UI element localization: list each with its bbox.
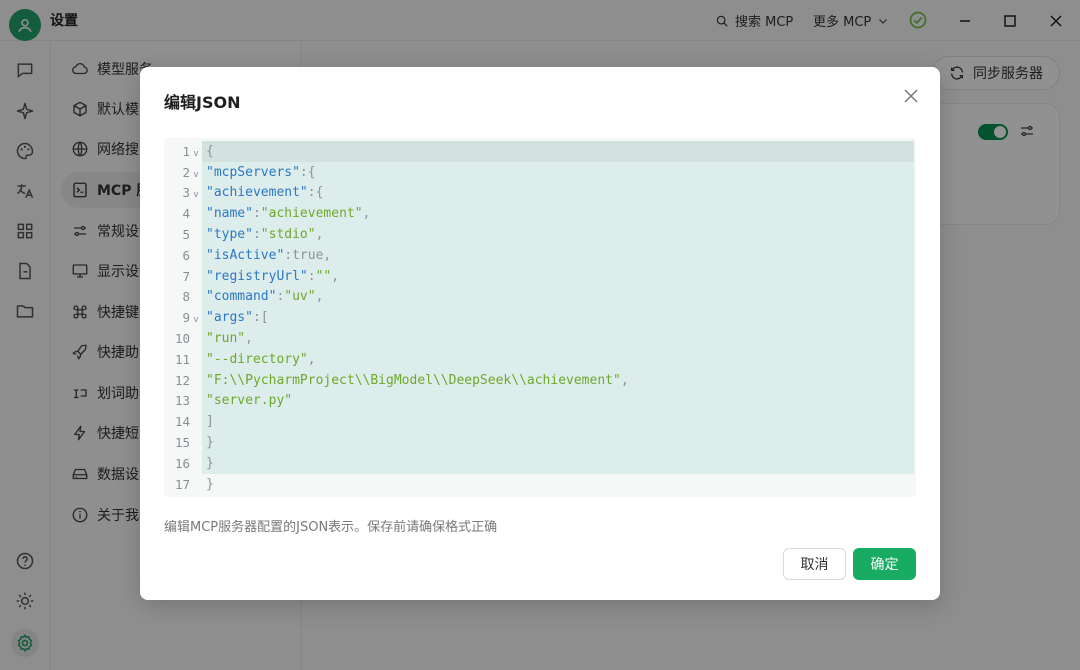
code-line[interactable]: 9v "args": [: [164, 307, 916, 329]
line-number: 6: [182, 247, 190, 263]
line-gutter: 7: [164, 266, 202, 287]
line-gutter: 2v: [164, 162, 202, 183]
code-line[interactable]: 7 "registryUrl": "",: [164, 265, 916, 287]
code-line-text: "run",: [202, 328, 914, 349]
code-line-text: "mcpServers": {: [202, 161, 914, 183]
json-code-editor[interactable]: 1 v{2 v "mcpServers": {3 v "achievement": {…: [164, 138, 916, 497]
fold-chevron-icon: [190, 419, 202, 424]
code-line-text: "registryUrl": "",: [202, 265, 914, 287]
code-line-text: "server.py": [202, 390, 914, 412]
line-number: 15: [174, 435, 190, 451]
line-gutter: 4: [164, 203, 202, 224]
line-number: 5: [182, 227, 190, 243]
code-line[interactable]: 13 "server.py": [164, 390, 916, 412]
line-gutter: 13: [164, 391, 202, 412]
line-gutter: 6: [164, 245, 202, 266]
line-number: 11: [174, 351, 190, 367]
line-number: 4: [182, 206, 190, 222]
line-gutter: 12: [164, 370, 202, 391]
code-line[interactable]: 5 "type": "stdio",: [164, 224, 916, 245]
line-number: 2: [182, 164, 190, 180]
line-gutter: 8: [164, 287, 202, 308]
code-line-text: }: [202, 453, 914, 474]
code-line-text: "F:\\PycharmProject\\BigModel\\DeepSeek\…: [202, 369, 914, 391]
fold-chevron-icon: [190, 294, 202, 299]
code-line[interactable]: 16 }: [164, 453, 916, 474]
line-number: 7: [182, 268, 190, 284]
code-line-text: ]: [202, 411, 914, 433]
cancel-button[interactable]: 取消: [783, 548, 846, 580]
fold-chevron-icon[interactable]: v: [190, 310, 202, 325]
code-line[interactable]: 14 ]: [164, 411, 916, 433]
code-line[interactable]: 6 "isActive": true,: [164, 245, 916, 266]
line-number: 3: [182, 185, 190, 201]
fold-chevron-icon: [190, 440, 202, 445]
line-gutter: 14: [164, 411, 202, 432]
line-number: 13: [174, 393, 190, 409]
fold-chevron-icon: [190, 336, 202, 341]
line-gutter: 3v: [164, 183, 202, 204]
fold-chevron-icon: [190, 357, 202, 362]
fold-chevron-icon: [190, 211, 202, 216]
code-line-text: {: [202, 141, 914, 162]
dialog-title: 编辑JSON: [164, 93, 241, 112]
dialog-close-button[interactable]: [902, 87, 920, 105]
code-line-text: }: [206, 476, 214, 492]
code-line-text: "command": "uv",: [202, 286, 914, 308]
line-gutter: 15: [164, 432, 202, 453]
code-line-text: "type": "stdio",: [202, 224, 914, 245]
line-gutter: 11: [164, 349, 202, 370]
line-gutter: 17: [164, 474, 202, 495]
line-gutter: 16: [164, 453, 202, 474]
code-line[interactable]: 4 "name": "achievement",: [164, 203, 916, 225]
code-line[interactable]: 17}: [164, 474, 916, 495]
line-number: 14: [174, 414, 190, 430]
confirm-button[interactable]: 确定: [853, 548, 916, 580]
code-line-text: "isActive": true,: [202, 245, 914, 266]
line-number: 8: [182, 289, 190, 305]
code-line[interactable]: 1 v{: [164, 141, 916, 162]
line-number: 9: [182, 310, 190, 326]
code-line[interactable]: 15 }: [164, 432, 916, 453]
code-line-text: }: [202, 432, 914, 453]
line-number: 16: [174, 455, 190, 471]
fold-chevron-icon: [190, 378, 202, 383]
fold-chevron-icon: [190, 482, 202, 487]
line-gutter: 9v: [164, 307, 202, 328]
code-line[interactable]: 3v "achievement": {: [164, 182, 916, 204]
fold-chevron-icon: [190, 253, 202, 258]
fold-chevron-icon: [190, 398, 202, 403]
line-gutter: 1v: [164, 141, 202, 162]
code-line-text: "achievement": {: [202, 182, 914, 204]
code-line-text: "name": "achievement",: [202, 203, 914, 225]
code-line[interactable]: 2v "mcpServers": {: [164, 161, 916, 183]
code-line[interactable]: 11 "--directory",: [164, 349, 916, 370]
code-line[interactable]: 8 "command": "uv",: [164, 286, 916, 308]
close-icon: [904, 89, 918, 103]
code-line-text: "--directory",: [202, 349, 914, 370]
line-number: 10: [174, 331, 190, 347]
dialog-description: 编辑MCP服务器配置的JSON表示。保存前请确保格式正确: [164, 520, 498, 535]
line-number: 12: [174, 372, 190, 388]
fold-chevron-icon: [190, 232, 202, 237]
code-line-text: "args": [: [202, 307, 914, 329]
fold-chevron-icon: [190, 274, 202, 279]
line-gutter: 10: [164, 328, 202, 349]
fold-chevron-icon[interactable]: v: [190, 165, 202, 180]
line-number: 1: [182, 143, 190, 159]
line-gutter: 5: [164, 224, 202, 245]
edit-json-dialog: 编辑JSON 1 v{2 v "mcpServers": {3 v "achievem…: [140, 67, 940, 600]
code-line[interactable]: 12 "F:\\PycharmProject\\BigModel\\DeepSe…: [164, 369, 916, 391]
code-line[interactable]: 10 "run",: [164, 328, 916, 349]
fold-chevron-icon: [190, 461, 202, 466]
fold-chevron-icon[interactable]: v: [190, 185, 202, 200]
line-number: 17: [174, 476, 190, 492]
fold-chevron-icon[interactable]: v: [190, 144, 202, 159]
